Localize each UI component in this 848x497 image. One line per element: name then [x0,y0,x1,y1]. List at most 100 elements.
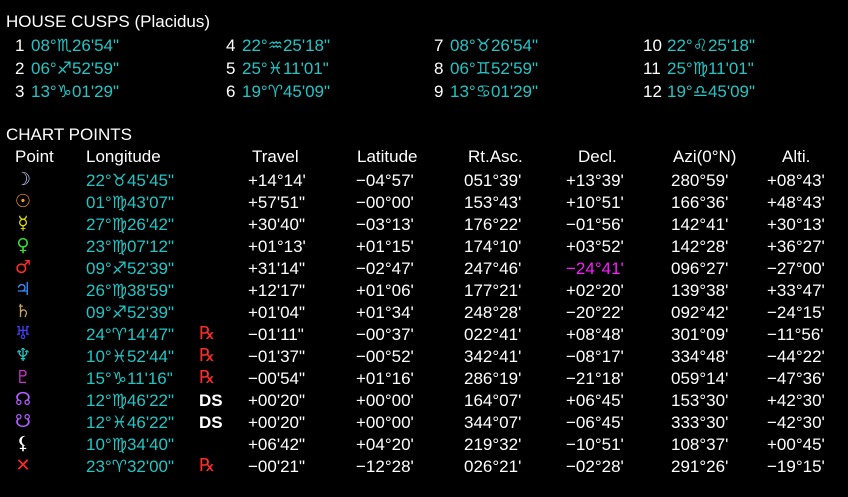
alti-cell: +48°43' [767,193,825,212]
uranus-icon: ♅ [14,323,32,344]
header-rt-asc: Rt.Asc. [468,147,523,166]
travel-cell: −01'11" [248,325,304,344]
table-row: ♀ 23°♍07'12" +01°13' +01°15' 174°10' +03°52' 1… [0,237,848,259]
alti-cell: −44°22' [767,347,825,366]
azi-cell: 334°48' [671,347,729,366]
azi-cell: 059°14' [671,369,729,388]
travel-cell: −00'21" [248,457,306,476]
longitude-cell: 23°♈32'00" [86,457,175,476]
table-row: ♆ 10°♓52'44" −01'37" −00°52' 342°41' −08°17' 3… [0,347,848,369]
travel-cell: +00'20" [248,391,306,410]
alti-cell: +30°13' [767,215,825,234]
azi-cell: 142°41' [671,215,729,234]
longitude-cell: 22°♉45'45" [86,171,175,190]
mars-icon: ♂ [14,257,32,278]
mercury-icon: ☿ [17,213,29,234]
rt-asc-cell: 026°21' [464,457,522,476]
latitude-cell: −00°52' [356,347,414,366]
chart-points-title: CHART POINTS [6,125,132,144]
moon-icon: ☽ [14,169,32,190]
house-cusp-4: 4 22°♒25'18" [226,37,330,54]
rt-asc-cell: 247°46' [464,259,522,278]
sun-icon: ☉ [14,191,32,212]
table-row: ☿ 27°♍26'42" +30'40" −03°13' 176°22' −01°56' 1… [0,215,848,237]
cusp-longitude: 19°♎45'09" [667,82,756,101]
decl-cell: −08°17' [566,347,624,366]
rt-asc-cell: 176°22' [464,215,522,234]
neptune-icon: ♆ [14,345,32,366]
retrograde-icon: ℞ [199,367,216,388]
header-azi: Azi(0°N) [673,147,737,166]
decl-cell: −02°28' [566,457,624,476]
header-alti: Alti. [782,147,811,166]
cusp-number: 12 [643,82,662,101]
alti-cell: −19°15' [767,457,825,476]
travel-cell: +30'40" [248,215,306,234]
pluto-icon: ♇ [14,367,32,388]
house-cusp-2: 2 06°♐52'59" [15,60,119,77]
retrograde-icon: ℞ [199,455,216,476]
table-row: ♄ 09°♐52'39" +01'04" +01°34' 248°28' −20°22' 0… [0,303,848,325]
longitude-cell: 12°♓46'22" [86,413,175,432]
header-decl: Decl. [578,147,617,166]
table-row: ☊ 12°♍46'22" +00'20" +00°00' 164°07' +06°45' 1… [0,391,848,413]
cusp-longitude: 25°♍11'01" [667,59,754,78]
longitude-cell: 10°♍34'40" [86,435,175,454]
latitude-cell: −03°13' [356,215,414,234]
alti-cell: +08°43' [767,171,825,190]
travel-cell: +01°13' [248,237,306,256]
table-row: ♇ 15°♑11'16" −00'54" +01°16' 286°19' −21°18' 0… [0,369,848,391]
cusp-number: 3 [15,82,25,101]
alti-cell: −42°30' [767,413,825,432]
cusp-longitude: 13°♑01'29" [31,82,120,101]
table-row: ☋ 12°♓46'22" +00'20" +00°00' 344°07' −06°45' 3… [0,413,848,435]
longitude-cell: 27°♍26'42" [86,215,175,234]
rt-asc-cell: 219°32' [464,435,522,454]
cusp-number: 11 [643,59,661,78]
latitude-cell: −02°47' [356,259,414,278]
table-row: ⚸ 10°♍34'40" +06'42" +04°20' 219°32' −10°51' 1… [0,435,848,457]
house-cusp-5: 5 25°♓11'01" [226,60,329,77]
header-point: Point [15,147,54,166]
house-cusp-1: 1 08°♏26'54" [15,37,119,54]
cusp-number: 2 [15,59,25,78]
decl-cell: −06°45' [566,413,624,432]
house-cusps-title: HOUSE CUSPS (Placidus) [6,12,211,31]
alti-cell: +36°27' [767,237,825,256]
table-row: ✕ 23°♈32'00" −00'21" −12°28' 026°21' −02°28' 2… [0,457,848,479]
cusp-longitude: 13°♋01'29" [450,82,539,101]
travel-cell: −01'37" [248,347,306,366]
longitude-cell: 12°♍46'22" [86,391,175,410]
rt-asc-cell: 051°39' [464,171,522,190]
cusp-number: 10 [643,36,662,55]
cusp-number: 5 [226,59,236,78]
latitude-cell: +01°16' [356,369,414,388]
rt-asc-cell: 342°41' [464,347,522,366]
azi-cell: 142°28' [671,237,729,256]
alti-cell: −27°00' [767,259,825,278]
house-cusp-10: 10 22°♌25'18" [643,37,755,54]
azi-cell: 139°38' [671,281,729,300]
azi-cell: 280°59' [671,171,729,190]
table-row: ♂ 09°♐52'39" +31'14" −02°47' 247°46' −24°41' 0… [0,259,848,281]
cusp-number: 1 [15,36,25,55]
travel-cell: +12'17" [248,281,306,300]
alti-cell: −47°36' [767,369,825,388]
decl-cell: −21°18' [566,369,624,388]
travel-cell: +31'14" [248,259,306,278]
latitude-cell: +01°15' [356,237,414,256]
station-flag: DS [199,391,223,410]
cusp-longitude: 25°♓11'01" [242,59,329,78]
lilith-icon: ⚸ [16,433,30,454]
house-cusp-7: 7 08°♉26'54" [434,37,538,54]
rt-asc-cell: 177°21' [464,281,522,300]
cusp-longitude: 08°♏26'54" [31,36,120,55]
longitude-cell: 23°♍07'12" [86,237,175,256]
alti-cell: +33°47' [767,281,825,300]
cusp-longitude: 22°♌25'18" [667,36,756,55]
travel-cell: +57'51" [248,193,306,212]
table-row: ♃ 26°♍38'59" +12'17" +01°06' 177°21' +02°20' 1… [0,281,848,303]
venus-icon: ♀ [16,235,30,256]
latitude-cell: +01°06' [356,281,414,300]
jupiter-icon: ♃ [14,279,32,300]
